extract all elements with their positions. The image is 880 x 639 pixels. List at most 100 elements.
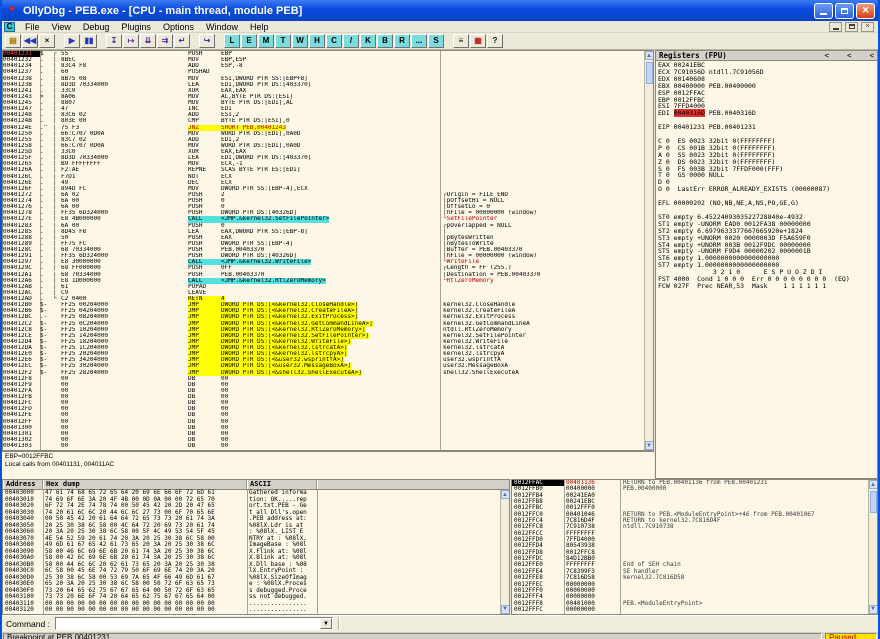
disasm-mnemonic: DB — [188, 443, 221, 449]
scroll-thumb[interactable] — [646, 62, 653, 84]
mdi-restore-icon — [849, 24, 855, 29]
log-list-icon: ≡ — [459, 37, 464, 45]
pane-button-k[interactable]: K — [360, 34, 376, 48]
register-line[interactable]: EIP 00401231 PEB.00401231 — [658, 124, 875, 131]
disasm-rows: 00401231$┌55PUSHEBP00401232.│8BECMOVEBP,… — [3, 51, 644, 450]
registers-pane-title: Registers (FPU) — [659, 51, 727, 60]
pane-button-c[interactable]: C — [326, 34, 342, 48]
menu-bar: C FileViewDebugPluginsOptionsWindowHelp … — [2, 21, 878, 33]
pane-button-e[interactable]: E — [241, 34, 257, 48]
animate-over-button[interactable]: ⇉ — [157, 34, 173, 48]
dump-header-ascii[interactable]: ASCII — [247, 480, 317, 489]
scroll-down-icon[interactable]: ▼ — [869, 605, 878, 614]
pane-button-slash[interactable]: / — [343, 34, 359, 48]
history-back-icon[interactable]: < — [869, 51, 874, 60]
pane-button-h[interactable]: H — [309, 34, 325, 48]
menu-item-view[interactable]: View — [46, 22, 77, 32]
restart-button[interactable]: ◀◀ — [22, 34, 38, 48]
pane-button-b[interactable]: B — [377, 34, 393, 48]
menu-item-debug[interactable]: Debug — [77, 22, 116, 32]
column-divider[interactable] — [620, 480, 621, 614]
menu-item-file[interactable]: File — [19, 22, 46, 32]
close-program-icon: × — [45, 37, 50, 45]
info-line-ebp: EBP=0012FFBC — [5, 453, 53, 460]
dump-row[interactable]: 0040312000 00 00 00 00 00 00 00 00 00 00… — [3, 607, 500, 614]
pane-button-t[interactable]: T — [275, 34, 291, 48]
view-log-button[interactable]: ≡ — [453, 34, 469, 48]
pane-button-w[interactable]: W — [292, 34, 308, 48]
scroll-up-icon[interactable]: ▲ — [645, 51, 654, 60]
scroll-up-icon[interactable]: ▲ — [869, 480, 878, 489]
history-back-icon[interactable]: < — [847, 51, 852, 60]
restore-icon — [841, 8, 848, 14]
minimize-button[interactable] — [814, 3, 833, 19]
column-divider[interactable] — [43, 490, 44, 614]
step-over-icon: ↦ — [128, 37, 135, 45]
window-controls: ✕ — [814, 3, 875, 19]
cpu-window: 00401231$┌55PUSHEBP00401232.│8BECMOVEBP,… — [2, 50, 878, 615]
scroll-down-icon[interactable]: ▼ — [645, 441, 654, 450]
register-line[interactable]: T 0 GS 0000 NULL — [658, 172, 875, 179]
chevron-down-icon[interactable]: ▼ — [320, 618, 332, 629]
scroll-up-icon[interactable]: ▲ — [501, 490, 510, 499]
scroll-thumb[interactable] — [870, 491, 877, 513]
command-bar: Command : ▼ — [2, 615, 878, 632]
status-message: Breakpoint at PEB.00401231 — [3, 633, 822, 639]
pane-letter-icon: E — [246, 37, 251, 45]
register-line[interactable]: FCW 027F Prec NEAR,53 Mask 1 1 1 1 1 1 — [658, 283, 875, 290]
close-program-button[interactable]: × — [39, 34, 55, 48]
column-divider[interactable] — [247, 490, 248, 614]
pane-button-s[interactable]: S — [428, 34, 444, 48]
animate-into-button[interactable]: ⇊ — [140, 34, 156, 48]
stack-rows: 0012FFAC00401136RETURN to PEB.00401136 f… — [512, 480, 868, 614]
disassembly-pane: 00401231$┌55PUSHEBP00401232.│8BECMOVEBP,… — [2, 50, 654, 451]
pause-button[interactable]: ▮▮ — [81, 34, 97, 48]
stack-scrollbar[interactable]: ▲ ▼ — [868, 480, 877, 614]
pane-letter-icon: ... — [416, 37, 423, 45]
mdi-restore-button[interactable] — [845, 22, 858, 32]
run-button[interactable]: ▶ — [64, 34, 80, 48]
registers-body: EAX 00241EBCECX 7C91056D ntdll.7C91056DE… — [656, 61, 877, 478]
cpu-window-icon[interactable]: C — [4, 22, 15, 32]
dump-rows: 0040300047 61 74 68 65 72 65 64 20 69 6E… — [3, 490, 500, 614]
menu-item-options[interactable]: Options — [157, 22, 200, 32]
dump-header-hex[interactable]: Hex dump — [43, 480, 247, 489]
pane-button-l[interactable]: L — [224, 34, 240, 48]
column-divider[interactable] — [317, 490, 318, 614]
step-into-button[interactable]: ↧ — [106, 34, 122, 48]
register-line[interactable]: EFL 00000202 (NO,NB,NE,A,NS,PO,GE,G) — [658, 200, 875, 207]
mdi-close-button[interactable]: × — [861, 22, 874, 32]
open-file-button[interactable]: ▤ — [5, 34, 21, 48]
info-line-local-calls: Local calls from 00401131, 004011AC — [5, 461, 114, 468]
disasm-scrollbar[interactable]: ▲ ▼ — [644, 51, 653, 450]
go-to-address-button[interactable]: ↪ — [199, 34, 215, 48]
execute-till-return-button[interactable]: ↵ — [174, 34, 190, 48]
mdi-minimize-button[interactable] — [829, 22, 842, 32]
restore-button[interactable] — [835, 3, 854, 19]
close-button[interactable]: ✕ — [856, 3, 875, 19]
stack-row[interactable]: 0012FFFC00000000 — [512, 607, 868, 613]
pane-button-dots[interactable]: ... — [411, 34, 427, 48]
pane-button-r[interactable]: R — [394, 34, 410, 48]
history-back-icon[interactable]: < — [824, 51, 829, 60]
appearance-button[interactable]: ▦ — [470, 34, 486, 48]
register-text: PEB.0040316D — [705, 109, 756, 117]
disasm-row[interactable]: 0040130300DB00 — [3, 443, 644, 449]
color-grid-icon: ▦ — [474, 37, 482, 45]
scroll-down-icon[interactable]: ▼ — [501, 605, 510, 614]
command-label: Command : — [6, 619, 50, 629]
pane-button-m[interactable]: M — [258, 34, 274, 48]
command-combobox[interactable]: ▼ — [55, 617, 333, 630]
dump-header-address[interactable]: Address — [3, 480, 43, 489]
register-line[interactable]: O 0 LastErr ERROR_ALREADY_EXISTS (000000… — [658, 186, 875, 193]
help-button[interactable]: ? — [487, 34, 503, 48]
dump-scrollbar[interactable]: ▲ ▼ — [500, 490, 509, 614]
register-line[interactable]: EDI 0040316D PEB.0040316D — [658, 110, 875, 117]
column-divider[interactable] — [564, 480, 565, 614]
menu-item-plugins[interactable]: Plugins — [115, 22, 157, 32]
menu-item-help[interactable]: Help — [244, 22, 275, 32]
pane-letter-icon: W — [296, 37, 304, 45]
step-over-button[interactable]: ↦ — [123, 34, 139, 48]
divider — [338, 617, 340, 630]
menu-item-window[interactable]: Window — [200, 22, 244, 32]
